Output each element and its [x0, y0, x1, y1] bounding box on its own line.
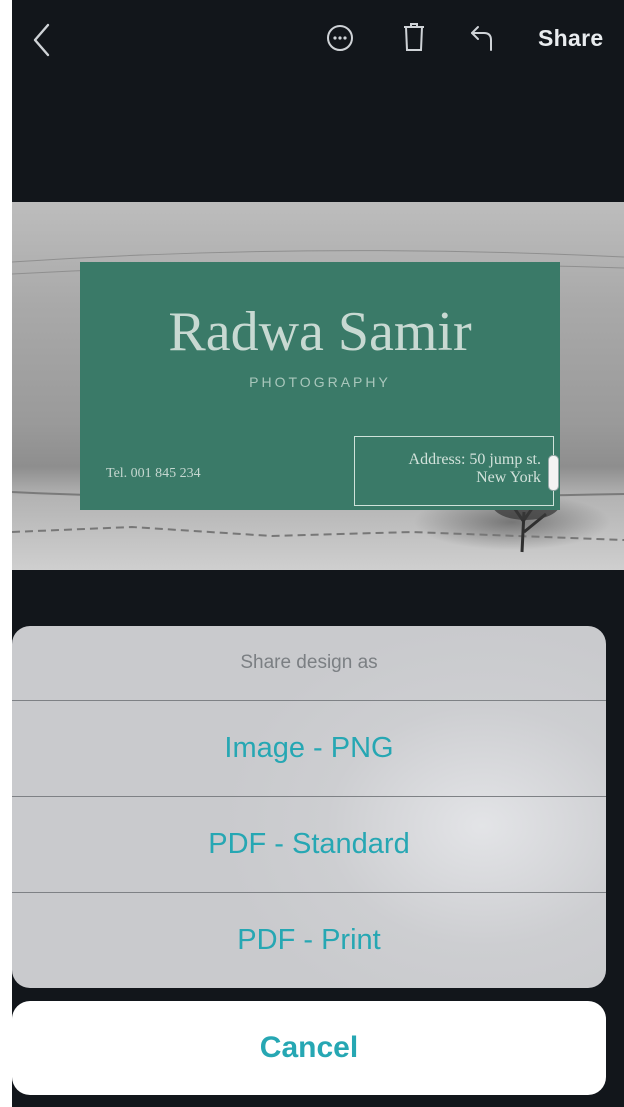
undo-button[interactable] [467, 22, 499, 54]
back-chevron-icon [33, 23, 50, 57]
card-address-textbox[interactable]: Address: 50 jump st. New York [354, 436, 559, 506]
more-options-button[interactable] [324, 22, 356, 54]
left-edge-strip [0, 0, 12, 1107]
share-option-pdf-standard[interactable]: PDF - Standard [12, 797, 606, 893]
share-option-image-png[interactable]: Image - PNG [12, 701, 606, 797]
undo-icon [471, 26, 492, 51]
trash-icon [404, 23, 424, 51]
share-option-pdf-print[interactable]: PDF - Print [12, 893, 606, 988]
card-name-text[interactable]: Radwa Samir [80, 300, 560, 364]
address-line-1: Address: 50 jump st. [408, 451, 541, 468]
more-options-icon [327, 25, 353, 51]
business-card[interactable]: Radwa Samir PHOTOGRAPHY Tel. 001 845 234… [80, 262, 560, 510]
delete-button[interactable] [400, 20, 428, 54]
cancel-button[interactable]: Cancel [12, 1001, 606, 1095]
share-action-sheet: Share design as Image - PNG PDF - Standa… [12, 626, 606, 988]
design-canvas[interactable]: Radwa Samir PHOTOGRAPHY Tel. 001 845 234… [12, 202, 624, 570]
back-button[interactable] [28, 22, 56, 58]
share-button[interactable]: Share [538, 20, 603, 56]
share-sheet-title: Share design as [12, 626, 606, 701]
card-subtitle-text[interactable]: PHOTOGRAPHY [80, 374, 560, 390]
top-toolbar: Share [12, 0, 624, 76]
resize-handle[interactable] [548, 455, 559, 491]
address-line-2: New York [476, 469, 541, 486]
card-phone-text[interactable]: Tel. 001 845 234 [106, 466, 201, 482]
